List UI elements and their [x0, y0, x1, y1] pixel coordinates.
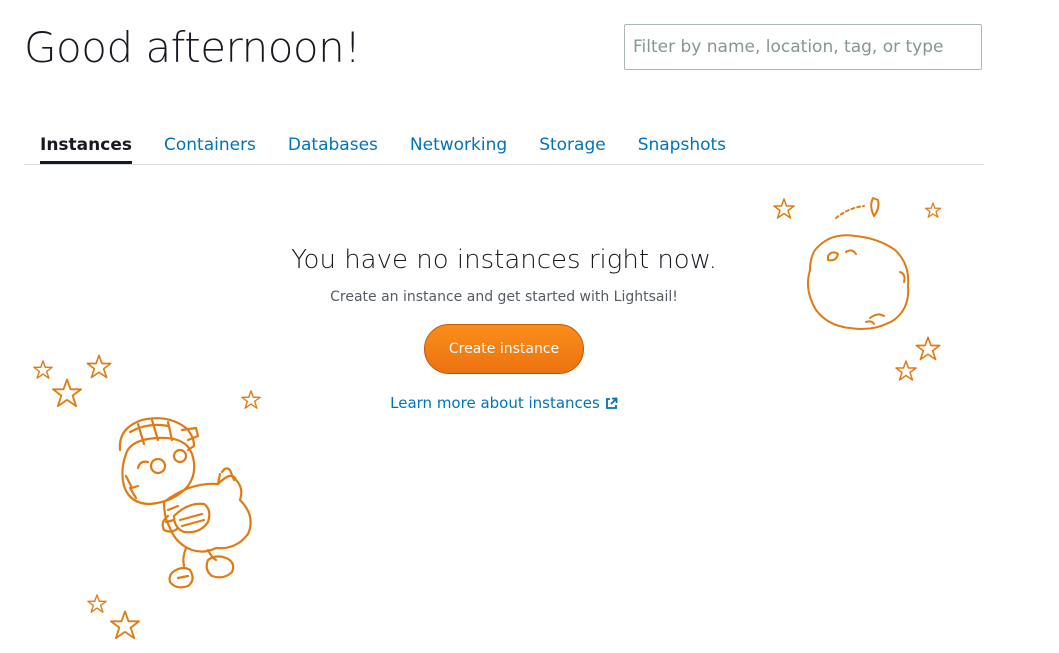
star-icon — [51, 378, 83, 408]
star-icon — [33, 360, 53, 379]
star-icon — [924, 202, 942, 218]
star-icon — [109, 610, 141, 640]
tab-databases[interactable]: Databases — [288, 128, 378, 164]
empty-state: You have no instances right now. Create … — [254, 240, 754, 414]
page-greeting: Good afternoon! — [24, 23, 361, 72]
tab-storage[interactable]: Storage — [539, 128, 606, 164]
create-instance-button[interactable]: Create instance — [424, 324, 584, 374]
filter-input[interactable] — [624, 24, 982, 70]
empty-state-title: You have no instances right now. — [291, 245, 717, 275]
robot-astronaut-illustration — [118, 417, 252, 589]
tab-snapshots[interactable]: Snapshots — [638, 128, 726, 164]
lightsail-home-page: Good afternoon! Instances Containers Dat… — [0, 0, 1059, 653]
resource-tabs: Instances Containers Databases Networkin… — [24, 128, 984, 165]
star-icon — [86, 354, 112, 379]
star-icon — [87, 594, 107, 613]
tab-instances[interactable]: Instances — [40, 128, 132, 164]
star-icon — [915, 336, 941, 361]
external-link-icon — [605, 397, 618, 409]
learn-more-link[interactable]: Learn more about instances — [390, 392, 618, 414]
star-icon — [241, 390, 261, 409]
empty-state-subtitle: Create an instance and get started with … — [330, 289, 678, 305]
tab-containers[interactable]: Containers — [164, 128, 256, 164]
learn-more-label: Learn more about instances — [390, 394, 600, 412]
star-icon — [773, 198, 795, 219]
tab-networking[interactable]: Networking — [410, 128, 507, 164]
star-icon — [895, 360, 917, 381]
